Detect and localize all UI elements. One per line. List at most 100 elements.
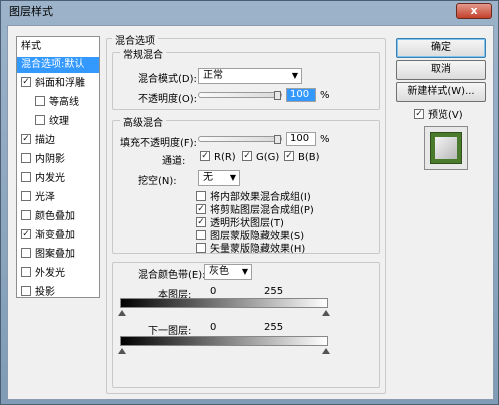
style-item-label: 纹理: [49, 116, 69, 127]
opacity-label: 不透明度(O):: [138, 94, 198, 105]
style-item-label: 图案叠加: [35, 249, 75, 260]
style-item[interactable]: 光泽: [17, 190, 99, 206]
dialog-body: 样式 混合选项:默认 ✓ 斜面和浮雕等高线纹理 ✓ 描边内阴影内发光光泽颜色叠加 ✓ 渐变叠…: [7, 25, 494, 400]
checkbox[interactable]: [35, 115, 45, 125]
opacity-slider-thumb[interactable]: [274, 91, 281, 100]
this-layer-min: 0: [210, 286, 217, 297]
knockout-value: 无: [203, 172, 213, 183]
checkbox[interactable]: [196, 191, 206, 201]
blend-if-value: 灰色: [209, 266, 229, 277]
checkbox[interactable]: [21, 210, 31, 220]
style-item-label: 颜色叠加: [35, 211, 75, 222]
styles-header: 样式: [21, 41, 41, 52]
checkbox[interactable]: [196, 243, 206, 253]
style-item-label: 外发光: [35, 268, 65, 279]
style-item[interactable]: 外发光: [17, 266, 99, 282]
style-item-label: 内阴影: [35, 154, 65, 165]
checkbox[interactable]: ✓: [21, 229, 31, 239]
channels-label: 通道:: [162, 156, 186, 167]
checkbox[interactable]: [21, 267, 31, 277]
blend-if-select[interactable]: 灰色 ▼: [204, 264, 252, 280]
checkbox[interactable]: [21, 191, 31, 201]
channel-label: G(G): [256, 152, 280, 163]
style-item[interactable]: 纹理: [17, 114, 99, 130]
style-item-label: 等高线: [49, 97, 79, 108]
advanced-option[interactable]: 矢量蒙版隐藏效果(H): [196, 240, 305, 255]
general-blending-title: 常规混合: [120, 46, 166, 61]
opacity-slider[interactable]: [198, 91, 282, 100]
style-item-label: 渐变叠加: [35, 230, 75, 241]
channel-label: B(B): [298, 152, 320, 163]
style-item-label: 内发光: [35, 173, 65, 184]
fill-opacity-slider[interactable]: [198, 135, 282, 144]
checkbox[interactable]: ✓: [200, 151, 210, 161]
window-title: 图层样式: [9, 5, 53, 18]
cancel-button[interactable]: 取消: [396, 60, 486, 80]
under-layer-white-stop[interactable]: [322, 348, 330, 354]
opacity-unit: %: [320, 90, 330, 101]
under-layer-label: 下一图层:: [148, 326, 192, 337]
chevron-down-icon: ▼: [241, 267, 248, 276]
blend-if-label: 混合颜色带(E):: [138, 270, 206, 281]
checkbox[interactable]: ✓: [284, 151, 294, 161]
fill-opacity-unit: %: [320, 134, 330, 145]
checkbox[interactable]: ✓: [196, 217, 206, 227]
style-item[interactable]: 颜色叠加: [17, 209, 99, 225]
this-layer-black-stop[interactable]: [118, 310, 126, 316]
blend-mode-select[interactable]: 正常 ▼: [198, 68, 302, 84]
style-item[interactable]: 投影: [17, 285, 99, 301]
advanced-blending-title: 高级混合: [120, 114, 166, 129]
channel-option[interactable]: ✓ R(R): [200, 151, 236, 163]
blend-mode-value: 正常: [203, 70, 223, 81]
preview-checkbox[interactable]: ✓: [414, 109, 424, 119]
knockout-select[interactable]: 无 ▼: [198, 170, 240, 186]
style-item-label: 混合选项:默认: [21, 59, 85, 70]
preview-swatch: [431, 133, 461, 163]
channel-option[interactable]: ✓ B(B): [284, 151, 320, 163]
blend-mode-label: 混合模式(D):: [138, 74, 197, 85]
knockout-label: 挖空(N):: [138, 176, 177, 187]
checkbox[interactable]: [21, 248, 31, 258]
style-item-label: 斜面和浮雕: [35, 78, 85, 89]
channel-option[interactable]: ✓ G(G): [242, 151, 280, 163]
chevron-down-icon: ▼: [229, 173, 236, 182]
style-item[interactable]: 混合选项:默认: [17, 57, 99, 73]
under-layer-gradient[interactable]: [120, 336, 328, 346]
advanced-option-label: 矢量蒙版隐藏效果(H): [210, 244, 306, 255]
style-item[interactable]: 内发光: [17, 171, 99, 187]
blend-options-title: 混合选项: [112, 32, 158, 47]
checkbox[interactable]: ✓: [21, 77, 31, 87]
checkbox[interactable]: [21, 153, 31, 163]
style-item[interactable]: 等高线: [17, 95, 99, 111]
checkbox[interactable]: ✓: [242, 151, 252, 161]
checkbox[interactable]: ✓: [196, 204, 206, 214]
opacity-input[interactable]: 100: [286, 88, 316, 102]
preview-label: 预览(V): [428, 110, 463, 121]
this-layer-max: 255: [264, 286, 284, 297]
new-style-button[interactable]: 新建样式(W)...: [396, 82, 486, 102]
checkbox[interactable]: [196, 230, 206, 240]
checkbox[interactable]: ✓: [21, 134, 31, 144]
chevron-down-icon: ▼: [291, 71, 298, 80]
style-item-label: 描边: [35, 135, 55, 146]
styles-list: 样式 混合选项:默认 ✓ 斜面和浮雕等高线纹理 ✓ 描边内阴影内发光光泽颜色叠加 ✓ 渐变叠…: [16, 36, 100, 298]
preview-option[interactable]: ✓ 预览(V): [414, 106, 463, 121]
under-layer-black-stop[interactable]: [118, 348, 126, 354]
close-button[interactable]: x: [456, 3, 492, 19]
style-item[interactable]: 图案叠加: [17, 247, 99, 263]
ok-button[interactable]: 确定: [396, 38, 486, 58]
style-item[interactable]: ✓ 斜面和浮雕: [17, 76, 99, 92]
checkbox[interactable]: [35, 96, 45, 106]
fill-opacity-slider-thumb[interactable]: [274, 135, 281, 144]
fill-opacity-label: 填充不透明度(F):: [120, 138, 197, 149]
style-item[interactable]: 内阴影: [17, 152, 99, 168]
this-layer-white-stop[interactable]: [322, 310, 330, 316]
checkbox[interactable]: [21, 286, 31, 296]
style-item[interactable]: ✓ 渐变叠加: [17, 228, 99, 244]
this-layer-gradient[interactable]: [120, 298, 328, 308]
fill-opacity-input[interactable]: 100: [286, 132, 316, 146]
checkbox[interactable]: [21, 172, 31, 182]
channel-label: R(R): [214, 152, 236, 163]
style-item[interactable]: ✓ 描边: [17, 133, 99, 149]
layer-style-dialog: 图层样式 x 样式 混合选项:默认 ✓ 斜面和浮雕等高线纹理 ✓ 描边内阴影内发光光泽颜…: [0, 0, 499, 405]
